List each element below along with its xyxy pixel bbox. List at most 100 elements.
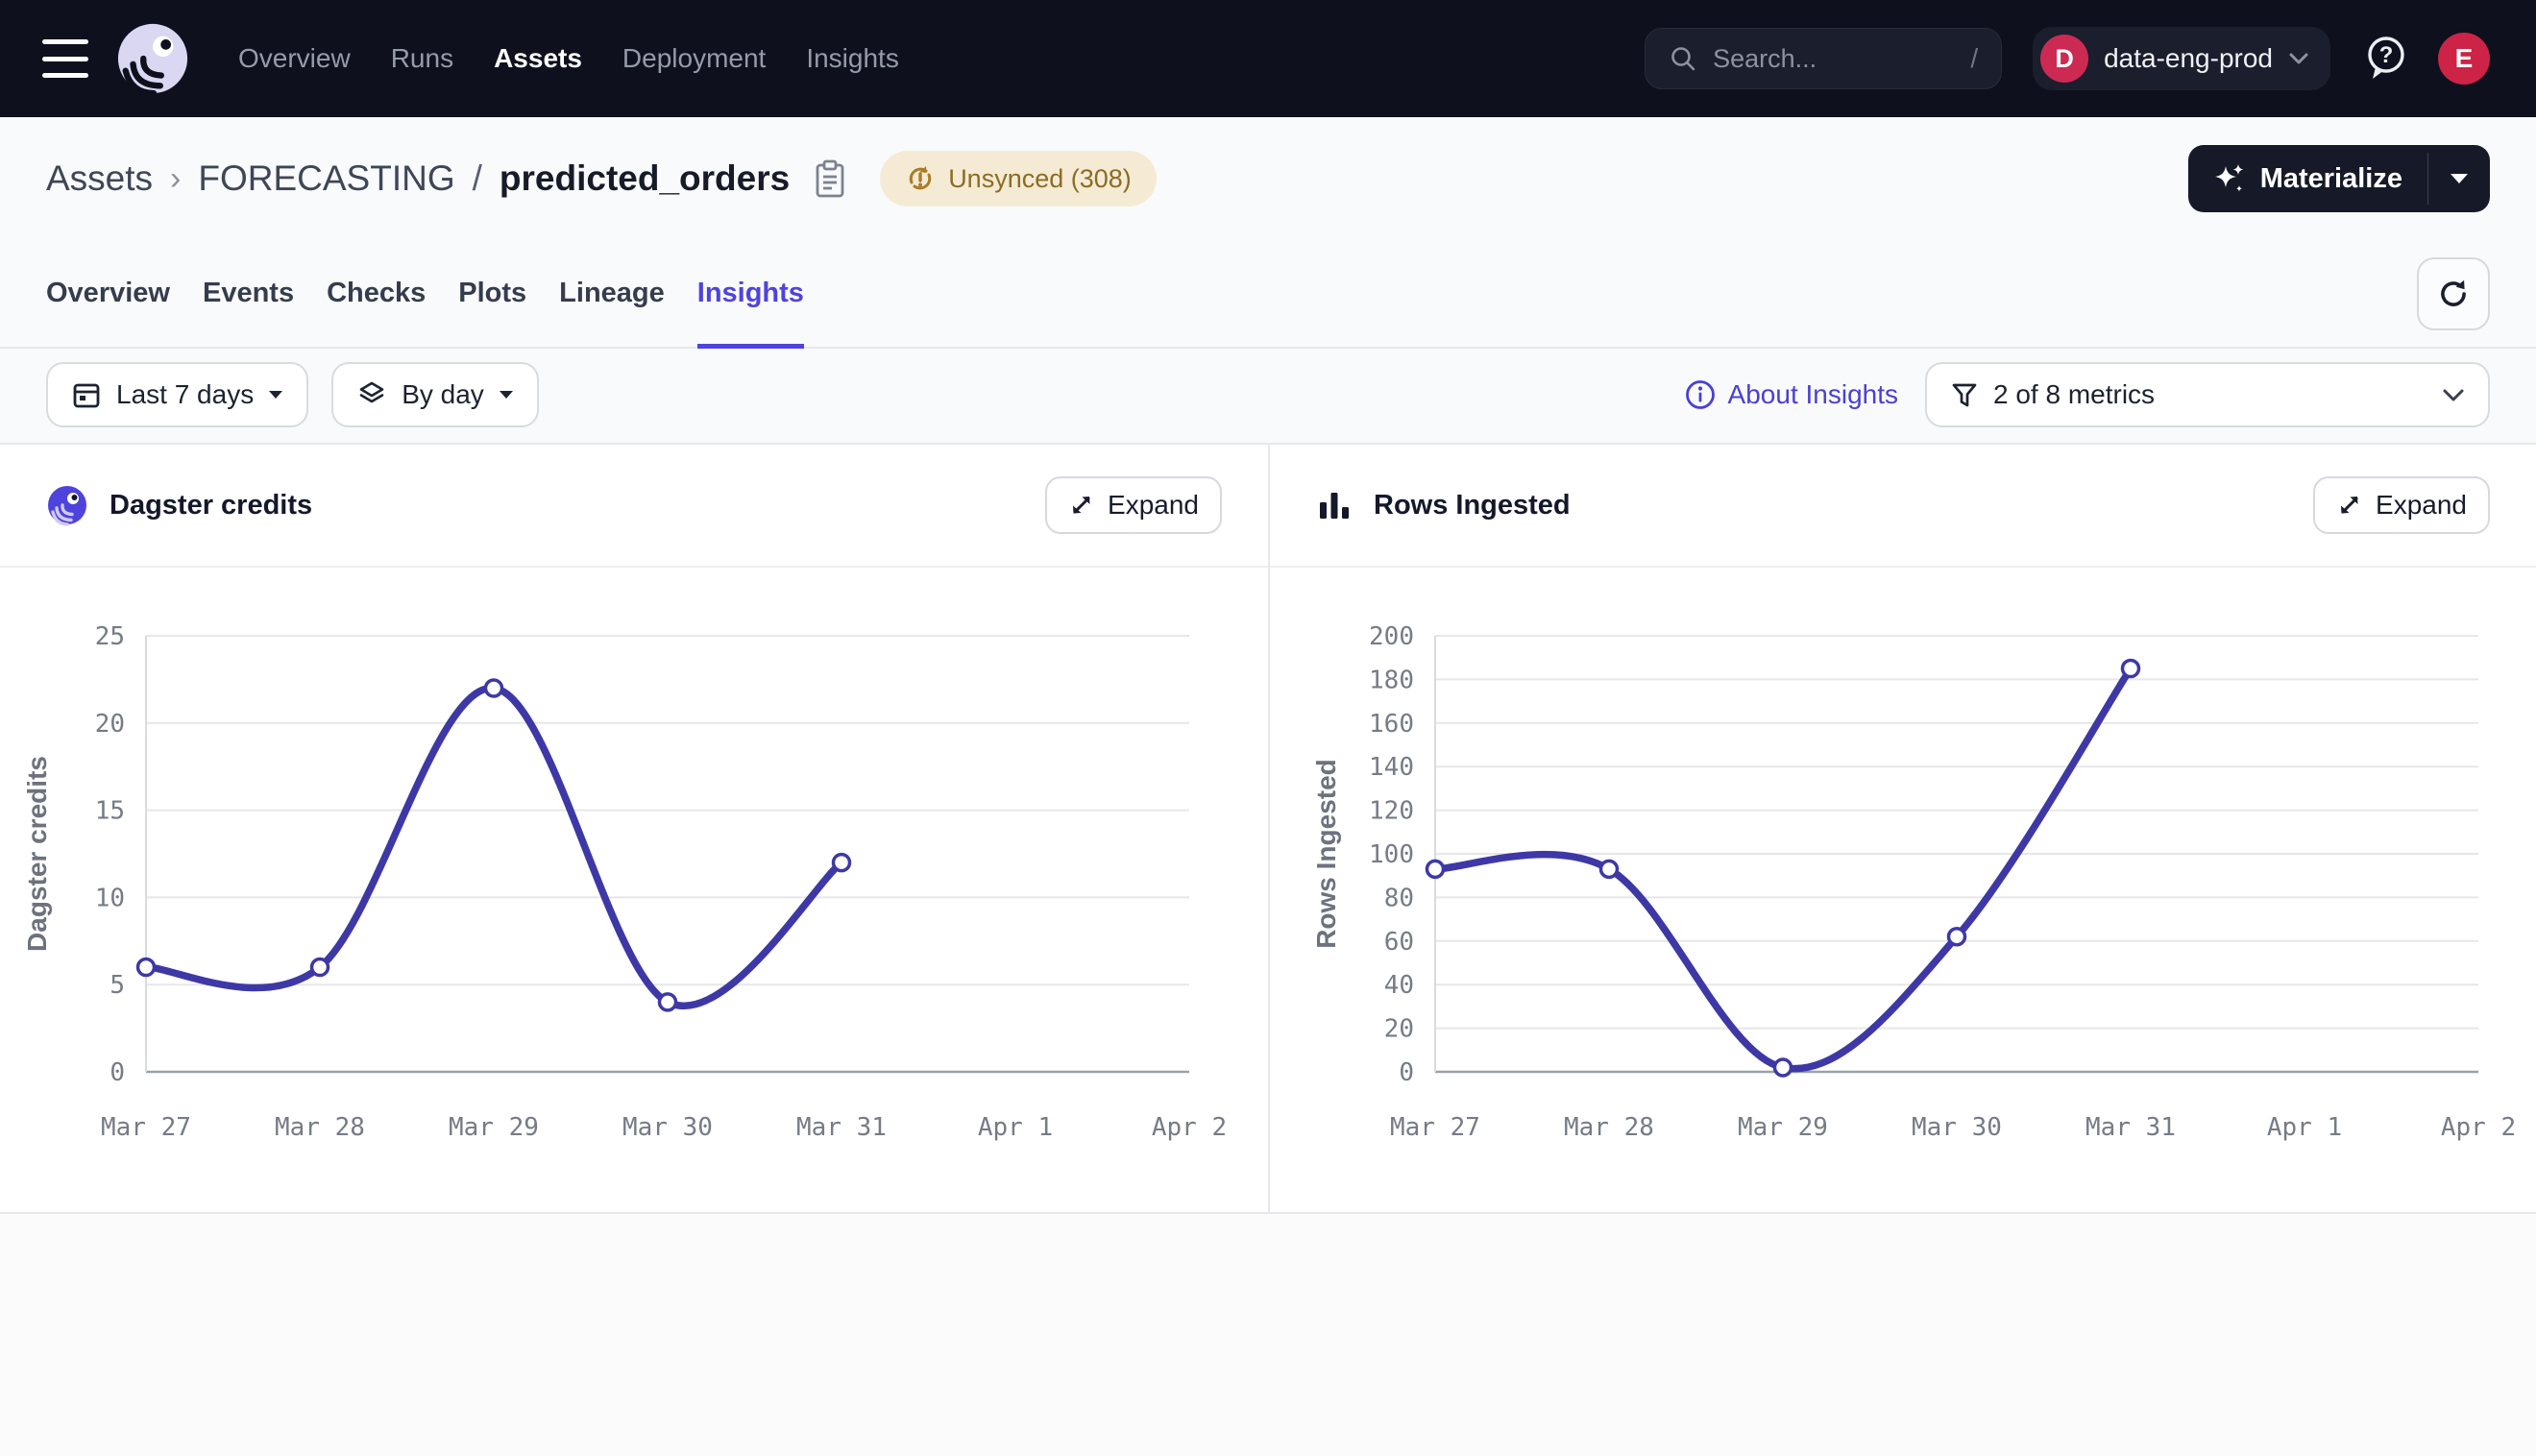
workspace-switcher[interactable]: D data-eng-prod bbox=[2033, 27, 2330, 90]
primary-nav: Overview Runs Assets Deployment Insights bbox=[238, 43, 899, 74]
breadcrumb: Assets › FORECASTING / predicted_orders bbox=[46, 158, 847, 199]
search-placeholder: Search... bbox=[1713, 44, 1817, 74]
svg-text:Mar 29: Mar 29 bbox=[449, 1113, 539, 1142]
dagster-credits-icon bbox=[46, 484, 88, 526]
caret-down-icon bbox=[268, 390, 283, 400]
search-icon bbox=[1669, 44, 1697, 73]
svg-text:Mar 27: Mar 27 bbox=[1390, 1113, 1480, 1142]
nav-item-overview[interactable]: Overview bbox=[238, 43, 351, 74]
tab-events[interactable]: Events bbox=[203, 240, 294, 347]
expand-button[interactable]: Expand bbox=[1045, 476, 1222, 534]
panel-title: Dagster credits bbox=[110, 490, 312, 522]
nav-item-assets[interactable]: Assets bbox=[494, 43, 582, 74]
layers-icon bbox=[356, 379, 387, 410]
insights-filters: Last 7 days By day About Insights 2 of 8… bbox=[0, 349, 2536, 443]
asset-tabs: Overview Events Checks Plots Lineage Ins… bbox=[0, 240, 2536, 349]
workspace-badge: D bbox=[2040, 35, 2088, 83]
expand-button[interactable]: Expand bbox=[2313, 476, 2490, 534]
copy-icon[interactable] bbox=[813, 158, 847, 199]
panel-dagster-credits: Dagster credits Expand 0510152025Mar 27M… bbox=[0, 445, 1268, 1212]
tab-checks[interactable]: Checks bbox=[327, 240, 426, 347]
svg-text:Mar 29: Mar 29 bbox=[1738, 1113, 1828, 1142]
user-avatar[interactable]: E bbox=[2438, 33, 2490, 85]
svg-text:Apr 1: Apr 1 bbox=[2267, 1113, 2342, 1142]
refresh-button[interactable] bbox=[2417, 257, 2490, 330]
breadcrumb-group[interactable]: FORECASTING bbox=[198, 158, 454, 199]
dagster-credits-chart[interactable]: 0510152025Mar 27Mar 28Mar 29Mar 30Mar 31… bbox=[0, 568, 1268, 1212]
breadcrumb-separator: / bbox=[473, 158, 482, 199]
search-input[interactable]: Search... / bbox=[1645, 28, 2002, 89]
svg-text:60: 60 bbox=[1384, 928, 1414, 957]
materialize-label: Materialize bbox=[2260, 163, 2402, 195]
insights-panels: Dagster credits Expand 0510152025Mar 27M… bbox=[0, 443, 2536, 1214]
expand-icon bbox=[2336, 492, 2363, 519]
svg-text:Apr 2: Apr 2 bbox=[2441, 1113, 2516, 1142]
svg-text:Mar 30: Mar 30 bbox=[1912, 1113, 2002, 1142]
breadcrumb-assets[interactable]: Assets bbox=[46, 158, 153, 199]
svg-text:15: 15 bbox=[95, 797, 125, 826]
info-icon bbox=[1684, 378, 1717, 411]
svg-text:80: 80 bbox=[1384, 884, 1414, 912]
panel-header: Dagster credits Expand bbox=[0, 445, 1268, 568]
tab-insights[interactable]: Insights bbox=[697, 240, 804, 347]
caret-down-icon bbox=[499, 390, 514, 400]
svg-text:Apr 2: Apr 2 bbox=[1152, 1113, 1227, 1142]
nav-item-insights[interactable]: Insights bbox=[806, 43, 899, 74]
tab-plots[interactable]: Plots bbox=[458, 240, 526, 347]
top-nav: Overview Runs Assets Deployment Insights… bbox=[0, 0, 2536, 117]
asset-header: Assets › FORECASTING / predicted_orders … bbox=[0, 117, 2536, 240]
svg-text:40: 40 bbox=[1384, 971, 1414, 1000]
menu-icon[interactable] bbox=[42, 39, 88, 78]
svg-text:20: 20 bbox=[95, 710, 125, 739]
chevron-down-icon bbox=[2442, 388, 2465, 402]
nav-item-runs[interactable]: Runs bbox=[391, 43, 453, 74]
granularity-filter[interactable]: By day bbox=[331, 362, 539, 427]
about-insights-link[interactable]: About Insights bbox=[1684, 378, 1898, 411]
svg-text:140: 140 bbox=[1369, 753, 1414, 782]
refresh-icon bbox=[2435, 276, 2472, 312]
date-range-label: Last 7 days bbox=[116, 379, 254, 410]
asset-name: predicted_orders bbox=[500, 158, 790, 199]
nav-item-deployment[interactable]: Deployment bbox=[622, 43, 766, 74]
breadcrumb-chevron-icon: › bbox=[170, 160, 181, 198]
svg-text:Mar 30: Mar 30 bbox=[622, 1113, 713, 1142]
calendar-icon bbox=[71, 379, 102, 410]
svg-text:20: 20 bbox=[1384, 1015, 1414, 1044]
date-range-filter[interactable]: Last 7 days bbox=[46, 362, 308, 427]
granularity-label: By day bbox=[402, 379, 484, 410]
filter-funnel-icon bbox=[1950, 380, 1979, 409]
sync-alert-icon bbox=[905, 163, 936, 194]
metrics-filter-label: 2 of 8 metrics bbox=[1993, 379, 2155, 410]
filters-right-group: About Insights 2 of 8 metrics bbox=[1684, 362, 2490, 427]
caret-down-icon bbox=[2450, 173, 2469, 184]
svg-text:0: 0 bbox=[1399, 1058, 1414, 1087]
dagster-logo-icon[interactable] bbox=[115, 21, 190, 96]
tab-lineage[interactable]: Lineage bbox=[559, 240, 665, 347]
svg-text:5: 5 bbox=[110, 971, 125, 1000]
svg-text:25: 25 bbox=[95, 622, 125, 651]
materialize-dropdown-button[interactable] bbox=[2428, 145, 2490, 212]
metrics-filter[interactable]: 2 of 8 metrics bbox=[1925, 362, 2490, 427]
materialize-button[interactable]: Materialize bbox=[2188, 145, 2427, 212]
sparkles-icon bbox=[2213, 162, 2246, 195]
help-icon[interactable]: ? bbox=[2363, 33, 2409, 85]
svg-text:Mar 28: Mar 28 bbox=[275, 1113, 365, 1142]
chevron-down-icon bbox=[2288, 52, 2309, 65]
svg-text:Mar 27: Mar 27 bbox=[101, 1113, 191, 1142]
svg-text:100: 100 bbox=[1369, 840, 1414, 869]
svg-text:Apr 1: Apr 1 bbox=[978, 1113, 1053, 1142]
rows-ingested-chart[interactable]: 020406080100120140160180200Mar 27Mar 28M… bbox=[1270, 568, 2536, 1212]
expand-label: Expand bbox=[1108, 490, 1199, 521]
svg-text:Mar 31: Mar 31 bbox=[2085, 1113, 2176, 1142]
svg-text:Mar 31: Mar 31 bbox=[796, 1113, 887, 1142]
svg-text:Rows Ingested: Rows Ingested bbox=[1311, 759, 1341, 949]
panel-header: Rows Ingested Expand bbox=[1270, 445, 2536, 568]
about-insights-label: About Insights bbox=[1728, 379, 1898, 410]
status-badge-label: Unsynced (308) bbox=[948, 164, 1132, 194]
svg-text:180: 180 bbox=[1369, 666, 1414, 694]
svg-text:Mar 28: Mar 28 bbox=[1564, 1113, 1654, 1142]
tab-overview[interactable]: Overview bbox=[46, 240, 170, 347]
status-badge[interactable]: Unsynced (308) bbox=[880, 151, 1157, 206]
svg-text:160: 160 bbox=[1369, 710, 1414, 739]
svg-text:200: 200 bbox=[1369, 622, 1414, 651]
